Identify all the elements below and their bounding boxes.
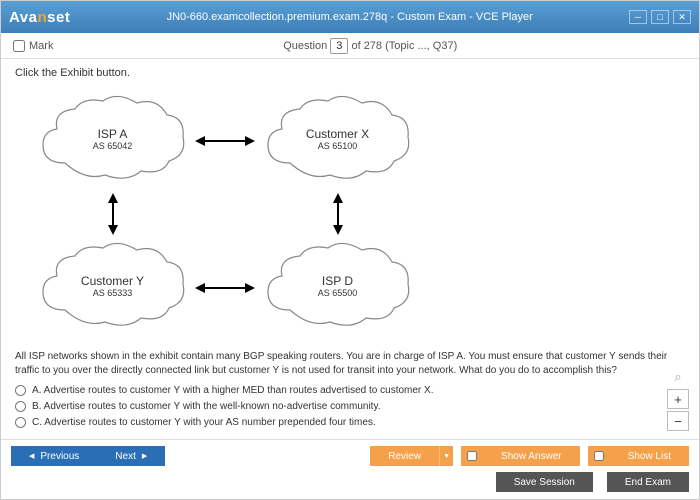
maximize-icon[interactable]: □ [651,10,669,24]
question-bar: Mark Question 3 of 278 (Topic ..., Q37) [1,33,699,59]
zoom-controls: ⌕ + − [667,367,689,431]
titlebar: Avanset JN0-660.examcollection.premium.e… [1,1,699,33]
arrow-ispa-custy [105,193,121,235]
show-list-checkbox[interactable] [594,451,604,461]
show-answer-button[interactable]: Show Answer [483,446,580,466]
arrow-ispa-custx [195,133,255,149]
exhibit-instruction: Click the Exhibit button. [15,67,685,79]
end-exam-button[interactable]: End Exam [607,472,689,492]
cloud-isp-a: ISP AAS 65042 [35,93,190,185]
mark-label: Mark [29,40,53,52]
review-button[interactable]: Review [370,446,439,466]
app-logo: Avanset [9,9,70,26]
footer: Previous Next Review ▼ Show Answer Show … [1,439,699,499]
save-session-button[interactable]: Save Session [496,472,593,492]
review-dropdown-icon[interactable]: ▼ [439,446,453,466]
zoom-out-button[interactable]: − [667,411,689,431]
window-title: JN0-660.examcollection.premium.exam.278q… [70,11,629,23]
answer-options: A. Advertise routes to customer Y with a… [15,385,685,428]
close-icon[interactable]: ✕ [673,10,691,24]
magnifier-icon[interactable]: ⌕ [667,367,689,387]
option-a[interactable]: A. Advertise routes to customer Y with a… [15,385,685,396]
question-info: Question 3 of 278 (Topic ..., Q37) [53,40,687,52]
review-button-wrap: Review ▼ [370,446,453,466]
cloud-customer-y: Customer YAS 65333 [35,240,190,332]
minimize-icon[interactable]: ─ [629,10,647,24]
mark-checkbox[interactable] [13,40,25,52]
arrow-custx-ispd [330,193,346,235]
show-list-button[interactable]: Show List [610,446,689,466]
cloud-customer-x: Customer XAS 65100 [260,93,415,185]
nav-group: Previous Next [11,446,165,466]
window-controls: ─ □ ✕ [629,10,691,24]
cloud-isp-d: ISP DAS 65500 [260,240,415,332]
show-answer-wrap: Show Answer [461,446,580,466]
option-b[interactable]: B. Advertise routes to customer Y with t… [15,401,685,412]
show-answer-checkbox[interactable] [467,451,477,461]
zoom-in-button[interactable]: + [667,389,689,409]
arrow-custy-ispd [195,280,255,296]
option-c[interactable]: C. Advertise routes to customer Y with y… [15,417,685,428]
question-text: All ISP networks shown in the exhibit co… [15,350,685,377]
exhibit-diagram: ISP AAS 65042 Customer XAS 65100 Custome… [15,85,430,340]
previous-button[interactable]: Previous [11,446,97,466]
mark-checkbox-wrap[interactable]: Mark [13,40,53,52]
show-list-wrap: Show List [588,446,689,466]
question-number: 3 [330,38,348,54]
content-area: Click the Exhibit button. ISP AAS 65042 … [1,59,699,439]
next-button[interactable]: Next [97,446,165,466]
